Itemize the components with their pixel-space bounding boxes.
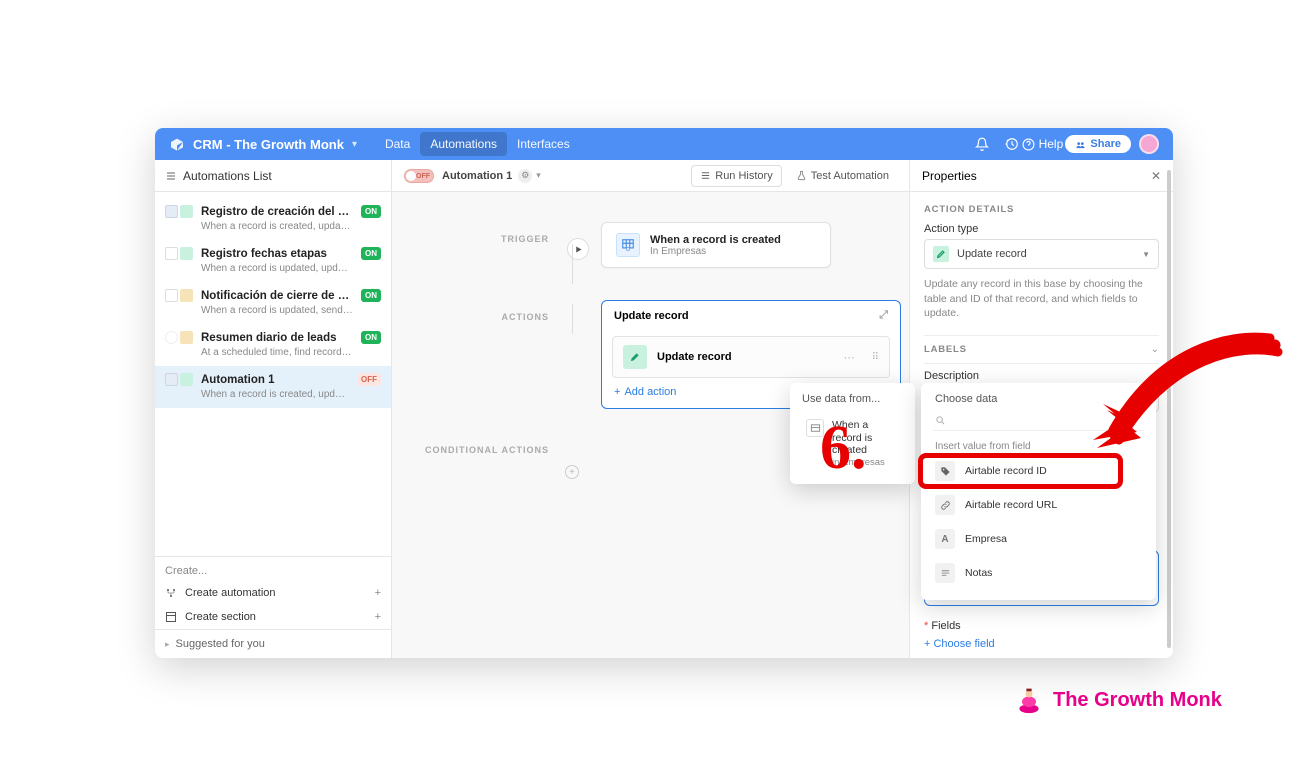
annotation-number: 6. bbox=[820, 413, 867, 484]
top-bar: CRM - The Growth Monk ▾ Data Automations… bbox=[155, 128, 1173, 160]
status-badge: ON bbox=[361, 205, 381, 218]
app-window: CRM - The Growth Monk ▾ Data Automations… bbox=[155, 128, 1173, 658]
flask-icon bbox=[796, 170, 807, 181]
plus-icon: + bbox=[375, 611, 381, 623]
add-conditional-button[interactable]: + bbox=[565, 465, 579, 479]
chevron-right-icon: ▸ bbox=[165, 639, 170, 650]
status-badge: ON bbox=[361, 289, 381, 302]
section-icon bbox=[165, 611, 177, 623]
status-badge: OFF bbox=[357, 373, 381, 386]
link-icon bbox=[935, 495, 955, 515]
sidebar-heading: Automations List bbox=[155, 160, 391, 192]
action-type-select[interactable]: Update record ▼ bbox=[924, 239, 1159, 269]
run-history-button[interactable]: Run History bbox=[691, 165, 781, 187]
trigger-subtitle: In Empresas bbox=[650, 246, 781, 257]
text-icon: A bbox=[935, 529, 955, 549]
pencil-icon bbox=[623, 345, 647, 369]
action-card-header: Update record ⤢ bbox=[602, 301, 900, 330]
base-menu-chevron-icon[interactable]: ▾ bbox=[352, 139, 357, 150]
automation-toggle[interactable]: OFF bbox=[404, 169, 434, 183]
description-label: Description bbox=[924, 370, 1159, 382]
drag-handle-icon[interactable]: ⠿ bbox=[872, 352, 879, 363]
canvas-header: OFF Automation 1 ⚙ ▾ Run History Test Au… bbox=[392, 160, 909, 192]
trigger-section-label: TRIGGER bbox=[392, 222, 567, 244]
automation-item[interactable]: Resumen diario de leadsAt a scheduled ti… bbox=[155, 324, 391, 366]
choose-data-popover: Choose data Insert value from field Airt… bbox=[921, 383, 1156, 600]
sidebar: Automations List Registro de creación de… bbox=[155, 160, 392, 658]
action-step[interactable]: Update record ⋯ ⠿ bbox=[612, 336, 890, 378]
automation-item[interactable]: Registro fechas etapasWhen a record is u… bbox=[155, 240, 391, 282]
automation-item[interactable]: Notificación de cierre de contratoWhen a… bbox=[155, 282, 391, 324]
action-details-heading: ACTION DETAILS bbox=[924, 204, 1159, 215]
status-badge: ON bbox=[361, 247, 381, 260]
search-input[interactable] bbox=[933, 411, 1144, 431]
test-automation-button[interactable]: Test Automation bbox=[788, 166, 897, 186]
user-avatar[interactable] bbox=[1139, 134, 1159, 154]
list-icon bbox=[700, 170, 711, 181]
choose-field-button[interactable]: + Choose field bbox=[924, 638, 1159, 650]
caret-down-icon: ▼ bbox=[1142, 250, 1150, 259]
action-help-text: Update any record in this base by choosi… bbox=[924, 277, 1159, 321]
chevron-down-icon[interactable]: ▾ bbox=[536, 170, 541, 181]
automation-item-selected[interactable]: Automation 1When a record is created, up… bbox=[155, 366, 391, 408]
paragraph-icon bbox=[935, 563, 955, 583]
suggested-for-you[interactable]: ▸ Suggested for you bbox=[155, 629, 391, 658]
run-trigger-button[interactable] bbox=[567, 238, 589, 260]
popover-heading: Choose data bbox=[921, 393, 1156, 411]
nav-automations[interactable]: Automations bbox=[420, 132, 507, 156]
brand-name: The Growth Monk bbox=[1053, 689, 1222, 712]
brand-watermark: The Growth Monk bbox=[1015, 686, 1222, 714]
field-option-empresa[interactable]: A Empresa bbox=[921, 522, 1156, 556]
annotation-highlight-box bbox=[918, 453, 1123, 489]
action-type-label: Action type bbox=[924, 223, 1159, 235]
app-logo-icon bbox=[169, 136, 185, 152]
popover-heading: Use data from... bbox=[802, 393, 903, 405]
automations-list: Registro de creación del registroWhen a … bbox=[155, 192, 391, 556]
search-icon bbox=[935, 415, 946, 426]
actions-section-label: ACTIONS bbox=[392, 300, 567, 322]
notifications-icon[interactable] bbox=[971, 133, 993, 155]
sidebar-footer: Create... Create automation+ Create sect… bbox=[155, 556, 391, 658]
grid-plus-icon bbox=[616, 233, 640, 257]
create-heading: Create... bbox=[155, 557, 391, 581]
close-icon[interactable]: ✕ bbox=[1151, 169, 1161, 183]
create-automation-button[interactable]: Create automation+ bbox=[155, 581, 391, 605]
field-group-label: Insert value from field bbox=[921, 437, 1156, 454]
nav-data[interactable]: Data bbox=[375, 132, 420, 156]
trigger-card[interactable]: When a record is createdIn Empresas bbox=[601, 222, 831, 268]
create-section-button[interactable]: Create section+ bbox=[155, 605, 391, 629]
conditional-section-label: CONDITIONAL ACTIONS bbox=[392, 433, 567, 455]
automation-settings-icon[interactable]: ⚙ bbox=[518, 169, 532, 183]
nav-interfaces[interactable]: Interfaces bbox=[507, 132, 580, 156]
history-icon[interactable] bbox=[1001, 133, 1023, 155]
chevron-down-icon: ⌄ bbox=[1151, 344, 1159, 355]
fields-label: Fields bbox=[924, 620, 1159, 632]
share-button[interactable]: Share bbox=[1065, 135, 1131, 153]
automation-name[interactable]: Automation 1 bbox=[442, 170, 512, 182]
scrollbar[interactable] bbox=[1167, 170, 1171, 648]
automation-icon bbox=[165, 587, 177, 599]
help-button[interactable]: Help bbox=[1031, 133, 1053, 155]
base-title[interactable]: CRM - The Growth Monk bbox=[193, 137, 344, 152]
expand-icon[interactable]: ⤢ bbox=[879, 309, 888, 322]
plus-icon: + bbox=[375, 587, 381, 599]
labels-section[interactable]: LABELS ⌄ bbox=[924, 335, 1159, 364]
field-option-record-url[interactable]: Airtable record URL bbox=[921, 488, 1156, 522]
pencil-icon bbox=[933, 246, 949, 262]
brand-icon bbox=[1015, 686, 1043, 714]
automation-item[interactable]: Registro de creación del registroWhen a … bbox=[155, 198, 391, 240]
trigger-title: When a record is created bbox=[650, 234, 781, 246]
list-icon bbox=[165, 170, 177, 182]
more-icon[interactable]: ⋯ bbox=[844, 351, 856, 364]
field-option-notas[interactable]: Notas bbox=[921, 556, 1156, 590]
status-badge: ON bbox=[361, 331, 381, 344]
properties-header: Properties ✕ bbox=[910, 160, 1173, 192]
